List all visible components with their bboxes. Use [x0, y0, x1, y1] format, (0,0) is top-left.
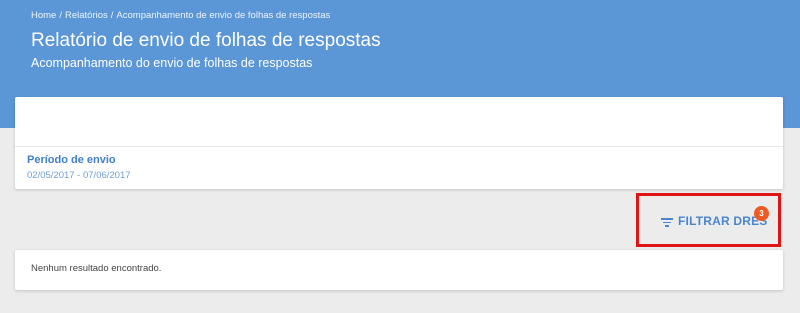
period-label: Período de envio [27, 154, 116, 166]
breadcrumb-separator: / [59, 10, 62, 21]
breadcrumb: Home / Relatórios / Acompanhamento de envio … [31, 10, 330, 21]
filter-dres-button[interactable]: FILTRAR DRES 3 [636, 193, 781, 247]
period-value: 02/05/2017 - 07/06/2017 [27, 170, 131, 181]
page-subtitle: Acompanhamento do envio de folhas de res… [31, 56, 313, 70]
card-divider [15, 146, 783, 147]
breadcrumb-separator: / [110, 10, 114, 21]
breadcrumb-home[interactable]: Home [31, 10, 56, 21]
breadcrumb-relatorios[interactable]: Relatórios [65, 10, 108, 21]
filter-list-icon [661, 218, 673, 227]
empty-results-message: Nenhum resultado encontrado. [31, 263, 162, 274]
filter-count-badge: 3 [754, 206, 769, 221]
page-title: Relatório de envio de folhas de resposta… [31, 30, 381, 51]
summary-card: Período de envio 02/05/2017 - 07/06/2017 [15, 97, 783, 189]
results-card: Nenhum resultado encontrado. [15, 250, 783, 290]
breadcrumb-current: Acompanhamento de envio de folhas de res… [116, 10, 331, 21]
